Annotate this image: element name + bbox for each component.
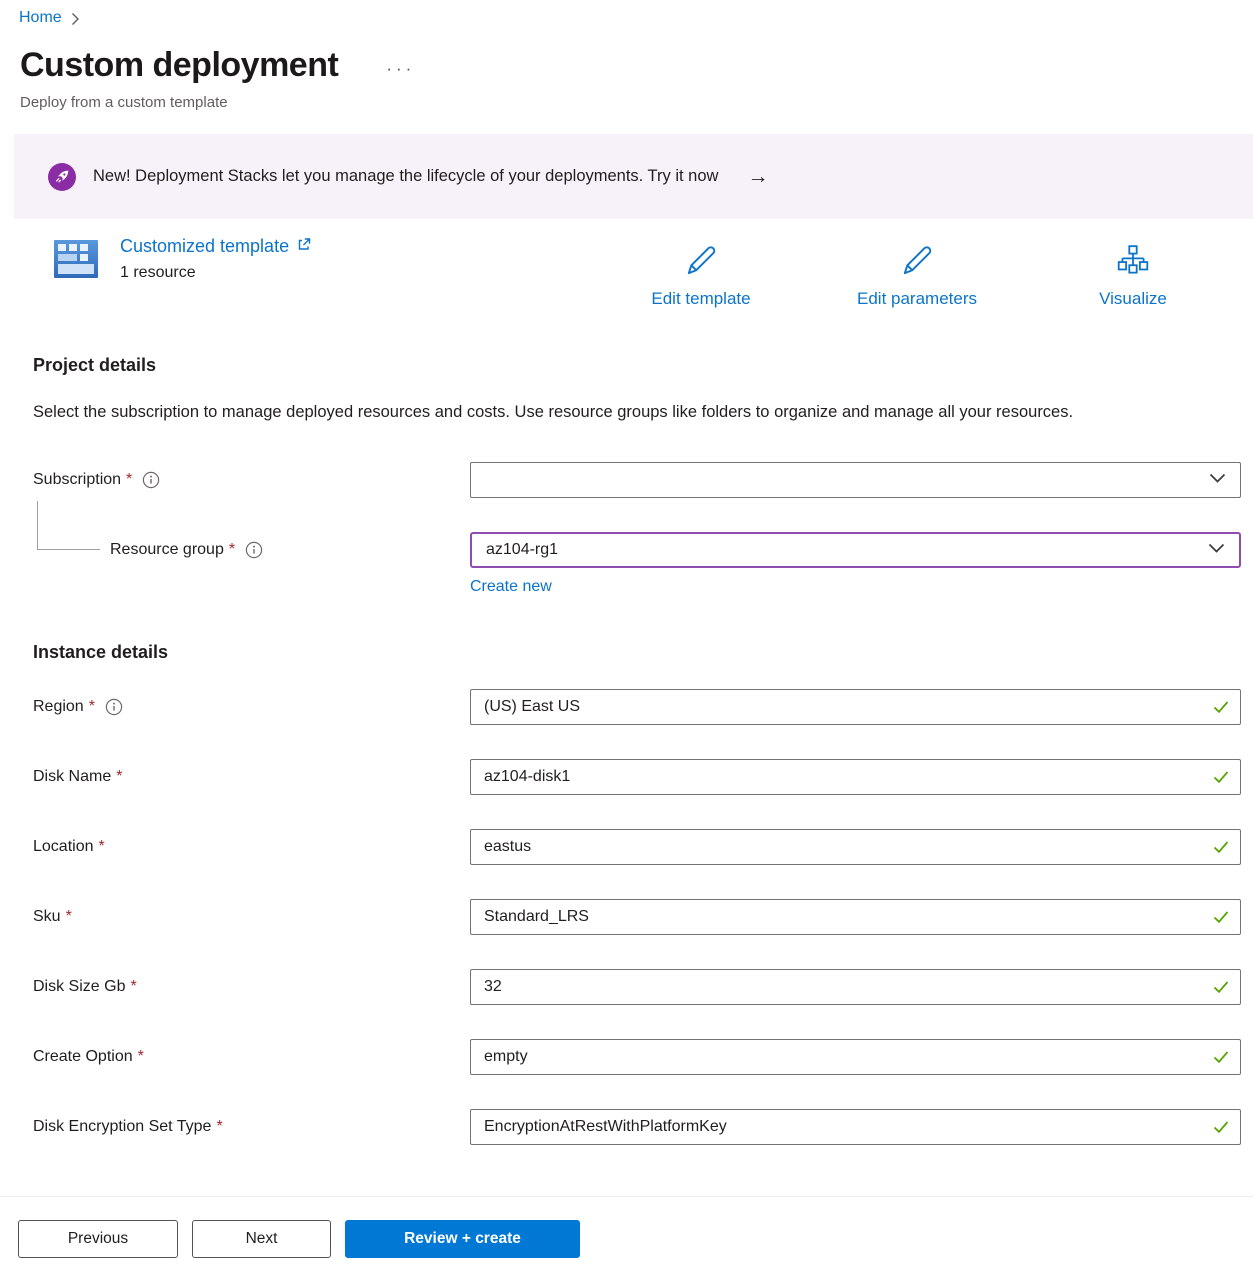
pencil-icon (899, 243, 935, 284)
valid-check-icon (1213, 1051, 1229, 1064)
resource-group-row: Resource group * az104-rg1 (33, 532, 1241, 568)
page-subtitle: Deploy from a custom template (20, 94, 1253, 111)
location-row: Location * (33, 829, 1241, 865)
disk-name-row: Disk Name * (33, 759, 1241, 795)
edit-parameters-label: Edit parameters (857, 289, 977, 309)
chevron-down-icon (1208, 541, 1225, 559)
valid-check-icon (1213, 1121, 1229, 1134)
breadcrumb-home-link[interactable]: Home (19, 9, 62, 27)
breadcrumb: Home (0, 0, 1253, 27)
pencil-icon (683, 243, 719, 284)
required-asterisk: * (116, 768, 122, 786)
disk-name-label: Disk Name (33, 768, 111, 786)
required-asterisk: * (229, 541, 235, 559)
customized-template-link[interactable]: Customized template (120, 236, 289, 257)
create-option-label: Create Option (33, 1048, 133, 1066)
subscription-select[interactable] (470, 462, 1241, 498)
required-asterisk: * (126, 471, 132, 489)
subscription-row: Subscription * (33, 462, 1241, 498)
more-options-button[interactable]: ··· (386, 59, 415, 79)
required-asterisk: * (89, 698, 95, 716)
project-details-description: Select the subscription to manage deploy… (33, 397, 1193, 428)
required-asterisk: * (66, 908, 72, 926)
valid-check-icon (1213, 701, 1229, 714)
project-details-heading: Project details (33, 355, 1253, 376)
tree-connector (37, 501, 100, 550)
template-icon (52, 235, 100, 288)
resource-group-select[interactable]: az104-rg1 (470, 532, 1241, 568)
location-label: Location (33, 838, 94, 856)
required-asterisk: * (138, 1048, 144, 1066)
instance-details-heading: Instance details (33, 642, 1253, 663)
deployment-stacks-banner[interactable]: New! Deployment Stacks let you manage th… (14, 134, 1253, 219)
project-details-form: Subscription * Resource group * (33, 462, 1241, 596)
edit-template-button[interactable]: Edit template (593, 243, 809, 309)
visualize-label: Visualize (1099, 289, 1167, 309)
valid-check-icon (1213, 981, 1229, 994)
banner-message: New! Deployment Stacks let you manage th… (93, 167, 718, 186)
required-asterisk: * (216, 1118, 222, 1136)
arrow-right-icon: → (747, 165, 768, 189)
disk-size-gb-input[interactable] (470, 969, 1241, 1005)
previous-button[interactable]: Previous (18, 1220, 178, 1258)
info-icon[interactable] (142, 471, 160, 489)
disk-encryption-set-type-row: Disk Encryption Set Type * (33, 1109, 1241, 1145)
org-chart-icon (1115, 243, 1151, 284)
create-new-link[interactable]: Create new (470, 578, 552, 596)
valid-check-icon (1213, 841, 1229, 854)
disk-encryption-set-type-input[interactable] (470, 1109, 1241, 1145)
region-input[interactable] (470, 689, 1241, 725)
create-option-input[interactable] (470, 1039, 1241, 1075)
edit-template-label: Edit template (651, 289, 750, 309)
instance-details-form: Region * Disk Name * (33, 689, 1241, 1145)
resource-group-label: Resource group (110, 541, 224, 559)
location-input[interactable] (470, 829, 1241, 865)
disk-encryption-set-type-label: Disk Encryption Set Type (33, 1118, 211, 1136)
disk-size-gb-label: Disk Size Gb (33, 978, 125, 996)
wizard-footer: Previous Next Review + create (0, 1196, 1253, 1280)
external-link-icon (296, 236, 311, 257)
sku-input[interactable] (470, 899, 1241, 935)
info-icon[interactable] (105, 698, 123, 716)
resource-group-value: az104-rg1 (486, 541, 558, 559)
required-asterisk: * (130, 978, 136, 996)
valid-check-icon (1213, 771, 1229, 784)
create-option-row: Create Option * (33, 1039, 1241, 1075)
disk-size-gb-row: Disk Size Gb * (33, 969, 1241, 1005)
review-create-button[interactable]: Review + create (345, 1220, 580, 1258)
rocket-icon (48, 163, 76, 191)
disk-name-input[interactable] (470, 759, 1241, 795)
edit-parameters-button[interactable]: Edit parameters (809, 243, 1025, 309)
template-resource-count: 1 resource (120, 264, 311, 282)
region-label: Region (33, 698, 84, 716)
page-title: Custom deployment (20, 46, 338, 85)
sku-row: Sku * (33, 899, 1241, 935)
region-row: Region * (33, 689, 1241, 725)
subscription-label: Subscription (33, 471, 121, 489)
sku-label: Sku (33, 908, 61, 926)
chevron-down-icon (1209, 471, 1226, 489)
info-icon[interactable] (245, 541, 263, 559)
required-asterisk: * (99, 838, 105, 856)
visualize-button[interactable]: Visualize (1025, 243, 1241, 309)
chevron-right-icon (71, 12, 80, 26)
valid-check-icon (1213, 911, 1229, 924)
next-button[interactable]: Next (192, 1220, 331, 1258)
